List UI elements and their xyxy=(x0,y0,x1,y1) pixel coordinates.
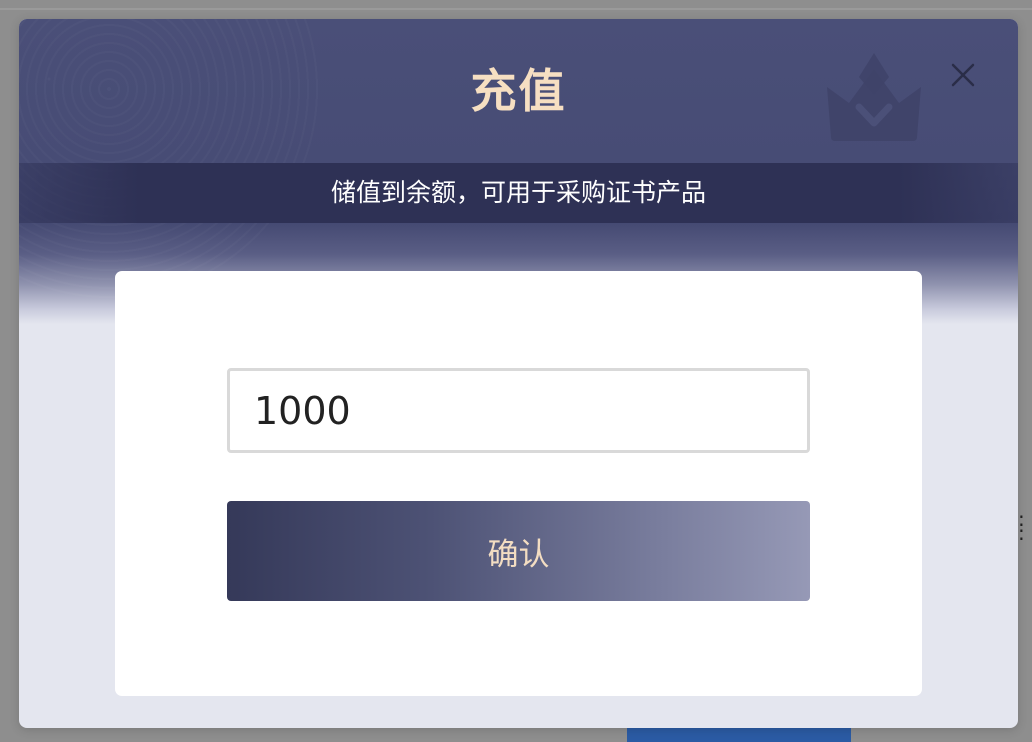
recharge-form-card: 确认 xyxy=(115,271,922,696)
close-button[interactable] xyxy=(945,57,981,93)
amount-input[interactable] xyxy=(227,368,810,453)
close-icon xyxy=(951,63,975,87)
subtitle-band: 储值到余额，可用于采购证书产品 xyxy=(19,163,1018,223)
confirm-button[interactable]: 确认 xyxy=(227,501,810,601)
recharge-dialog: 充值 储值到余额，可用于采购证书产品 确认 xyxy=(19,19,1018,728)
background-page-divider xyxy=(0,8,1032,10)
dialog-title: 充值 xyxy=(470,64,567,118)
background-page-fragment: :: xyxy=(1018,507,1025,545)
dialog-subtitle: 储值到余额，可用于采购证书产品 xyxy=(330,178,706,207)
